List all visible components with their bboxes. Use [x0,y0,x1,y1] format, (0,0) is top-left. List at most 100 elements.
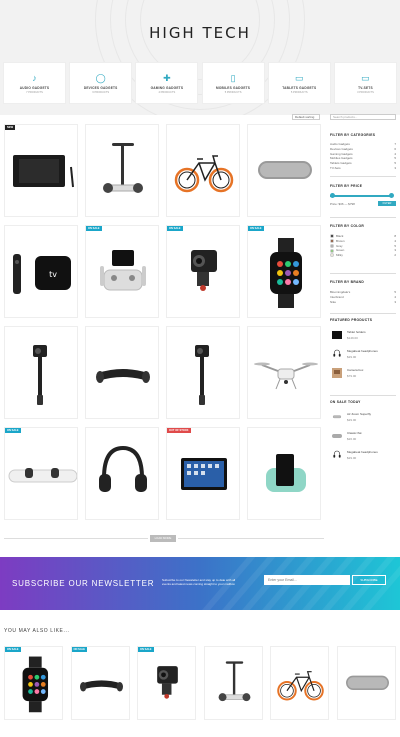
product-badge: ON SALE [5,428,21,433]
product-card[interactable] [85,124,159,217]
subscribe-button[interactable]: SUBSCRIBE [352,575,386,585]
product-image[interactable] [86,428,158,519]
filter-option[interactable]: TV-Sets 3 [330,166,396,171]
product-card[interactable] [85,427,159,520]
product-badge: NEW [5,125,16,130]
product-image[interactable] [167,327,239,418]
product-card[interactable] [166,124,240,217]
category-tile[interactable]: ▭ TV-SETS 3 PRODUCTS [333,62,397,104]
product-card[interactable]: tv [4,225,78,318]
sidebar-product-price: $149.00 [347,336,358,340]
category-tile[interactable]: ✚ GAMING GADGETS 4 PRODUCTS [135,62,199,104]
phone-icon: ▯ [230,72,236,83]
sidebar-product[interactable]: Tablet holders $149.00 [330,328,396,342]
product-image[interactable] [86,327,158,418]
product-card[interactable] [247,124,321,217]
product-card[interactable] [85,326,159,419]
section-title: FILTER BY BRAND [330,280,365,284]
product-card[interactable]: ON SALE [247,225,321,318]
product-image[interactable] [248,125,320,216]
product-badge: ON SALE [167,226,183,231]
sidebar-product-name[interactable]: Megabeat headphones [347,349,378,353]
product-card[interactable] [166,326,240,419]
product-image[interactable] [5,647,62,719]
price-slider-max-handle[interactable] [389,193,394,198]
sidebar-product[interactable]: Camera box $79.00 [330,366,396,380]
price-slider-min-handle[interactable] [330,193,335,198]
category-name: MOBILES GADGETS [215,85,251,90]
product-image[interactable] [167,125,239,216]
mouse-icon: ◯ [95,72,106,83]
sidebar-product[interactable]: Air Zoom Superfly $29.00 [330,410,396,424]
product-card[interactable]: OUT OF STOCK [166,427,240,520]
sidebar-product-image[interactable] [330,328,344,342]
related-product-card[interactable]: ON SALE [4,646,63,720]
search-input[interactable]: Search products... [330,114,396,120]
filter-price-button[interactable]: FILTER [378,201,396,206]
category-tile[interactable]: ▯ MOBILES GADGETS 5 PRODUCTS [201,62,265,104]
page-title: HIGH TECH [149,24,251,42]
newsletter-description: Subscribe to our Newsletter and stay up … [162,578,236,587]
related-product-card[interactable]: ON SALE [137,646,196,720]
product-card[interactable] [247,326,321,419]
category-count: 6 PRODUCTS [92,90,110,94]
sidebar-product-image[interactable] [330,410,344,424]
sidebar-product-name[interactable]: Megabeat headphones [347,450,378,454]
tv-icon: ▭ [361,72,370,83]
sidebar-product[interactable]: Classic flat $26.00 [330,429,396,443]
sidebar-product-image[interactable] [330,347,344,361]
product-image[interactable] [248,226,320,317]
product-image[interactable] [72,647,129,719]
product-image[interactable] [205,647,262,719]
filter-brand: FILTER BY BRAND Bloomingdale's 5 Interbran… [330,280,396,304]
sidebar-product-image[interactable] [330,429,344,443]
filter-option[interactable]: Milky 2 [330,253,396,258]
product-image[interactable] [167,226,239,317]
price-slider-track[interactable] [330,195,392,197]
color-swatch [330,234,334,239]
category-name: DEVICES GADGETS [83,85,118,90]
product-badge: ON SALE [138,647,154,652]
sidebar-product-name[interactable]: Classic flat [347,431,362,435]
category-tile[interactable]: ♪ AUDIO GADGETS 7 PRODUCTS [3,62,66,104]
sidebar-product[interactable]: Megabeat headphones $29.00 [330,347,396,361]
product-image[interactable] [167,428,239,519]
category-tile[interactable]: ◯ DEVICES GADGETS 6 PRODUCTS [69,62,133,104]
related-product-card[interactable] [270,646,329,720]
product-image[interactable] [271,647,328,719]
product-image[interactable] [86,226,158,317]
sidebar-product-name[interactable]: Camera box [347,368,363,372]
related-product-card[interactable]: ON SALE [70,646,130,720]
sidebar-product-name[interactable]: Tablet holders [347,330,366,334]
related-product-card[interactable] [336,646,396,720]
product-image[interactable] [5,428,77,519]
sidebar-product-name[interactable]: Air Zoom Superfly [347,412,371,416]
product-card[interactable]: ON SALE [4,427,78,520]
product-image[interactable]: tv [5,226,77,317]
product-card[interactable] [247,427,321,520]
product-card[interactable] [4,326,78,419]
category-tile[interactable]: ▭ TABLETS GADGETS 5 PRODUCTS [267,62,331,104]
product-image[interactable] [5,125,77,216]
related-product-card[interactable] [203,646,263,720]
sidebar-product-image[interactable] [330,366,344,380]
product-image[interactable] [338,647,395,719]
newsletter-email-input[interactable] [264,575,350,585]
product-image[interactable] [248,327,320,418]
load-more-button[interactable]: LOAD MORE [150,535,176,542]
category-name: AUDIO GADGETS [19,85,50,90]
category-name: TABLETS GADGETS [282,85,317,90]
sidebar-product-image[interactable] [330,448,344,462]
product-card[interactable]: ON SALE [85,225,159,318]
category-count: 5 PRODUCTS [224,90,242,94]
product-image[interactable] [5,327,77,418]
filter-option[interactable]: Nike 3 [330,300,396,305]
product-card[interactable]: ON SALE [166,225,240,318]
filter-price: FILTER BY PRICE Price: $36 — $798 FILTER [330,184,396,214]
product-card[interactable]: NEW [4,124,78,217]
sort-select[interactable]: Default sorting [292,114,320,120]
product-image[interactable] [248,428,320,519]
sidebar-product[interactable]: Megabeat headphones $29.00 [330,448,396,462]
product-image[interactable] [138,647,195,719]
product-image[interactable] [86,125,158,216]
